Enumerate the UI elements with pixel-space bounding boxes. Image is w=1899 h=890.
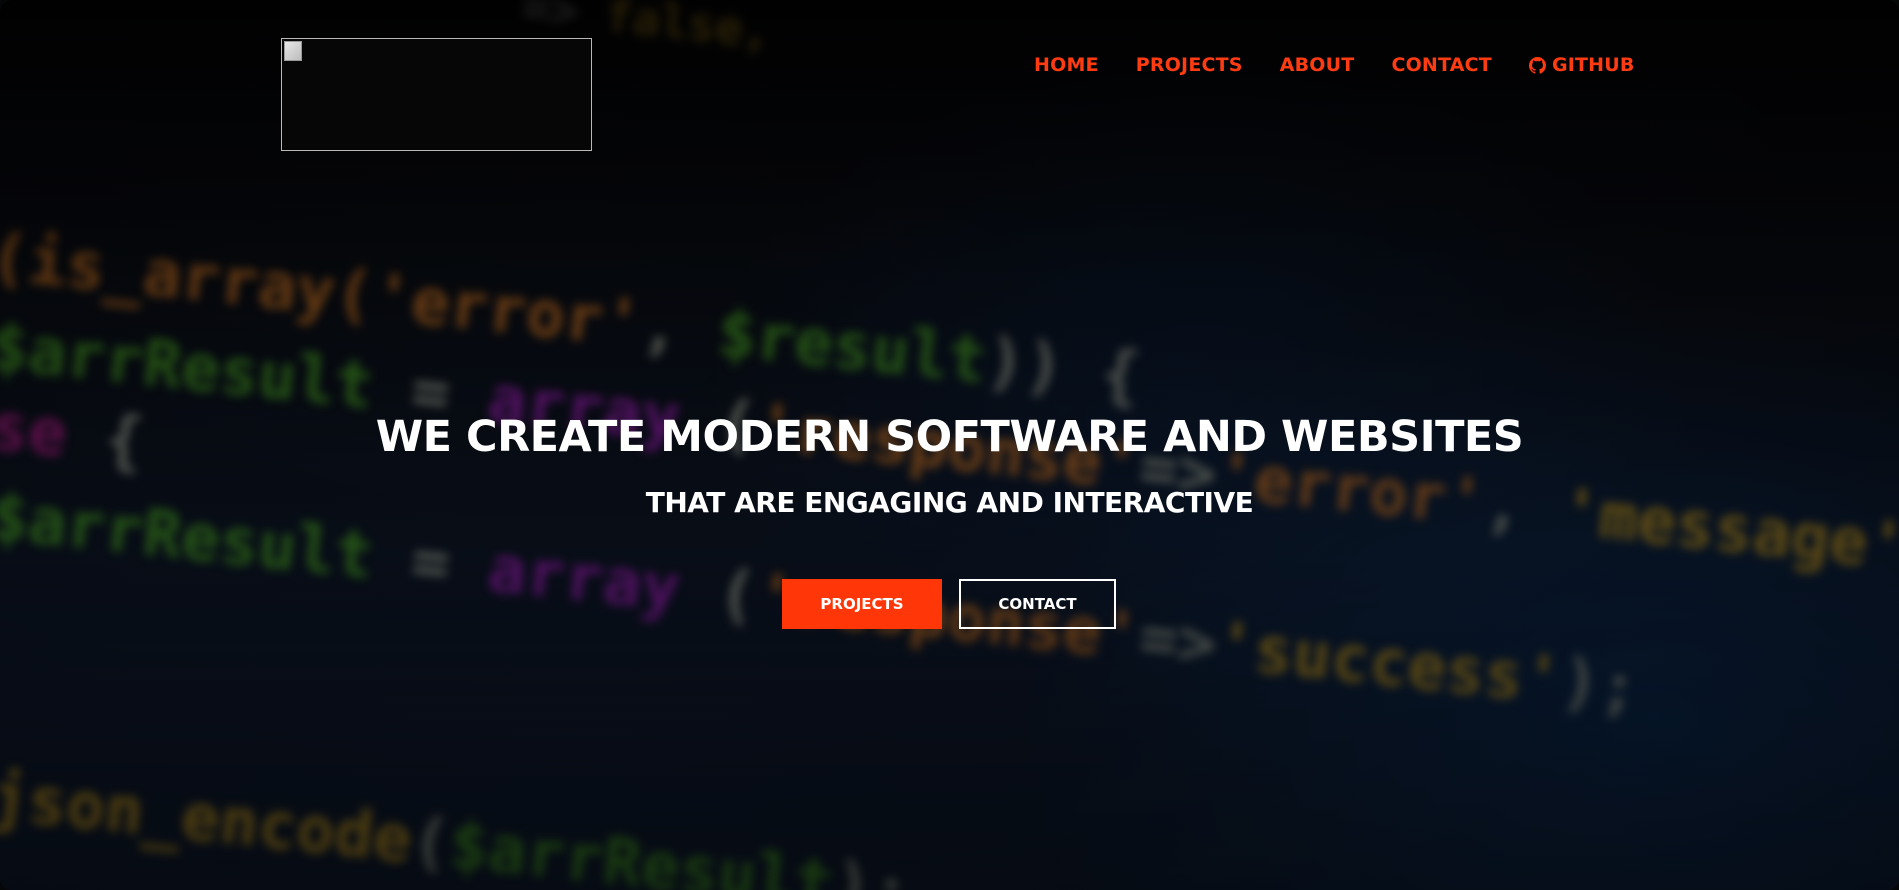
main-nav: HOME PROJECTS ABOUT CONTACT GITHUB (1034, 54, 1635, 76)
nav-projects[interactable]: PROJECTS (1136, 54, 1243, 76)
broken-image-icon (284, 41, 302, 61)
hero-section: => false, )); (is_array('error', $result… (0, 0, 1899, 890)
nav-contact[interactable]: CONTACT (1391, 54, 1492, 76)
hero-headline: WE CREATE MODERN SOFTWARE AND WEBSITES (375, 412, 1524, 462)
nav-home[interactable]: HOME (1034, 54, 1099, 76)
hero-subheadline: THAT ARE ENGAGING AND INTERACTIVE (645, 486, 1254, 519)
nav-about[interactable]: ABOUT (1280, 54, 1355, 76)
nav-github-label: GITHUB (1551, 54, 1635, 76)
logo[interactable] (281, 38, 592, 151)
nav-github[interactable]: GITHUB (1528, 54, 1635, 76)
github-icon (1528, 56, 1546, 74)
contact-button[interactable]: CONTACT (959, 579, 1116, 629)
projects-button[interactable]: PROJECTS (782, 579, 942, 629)
